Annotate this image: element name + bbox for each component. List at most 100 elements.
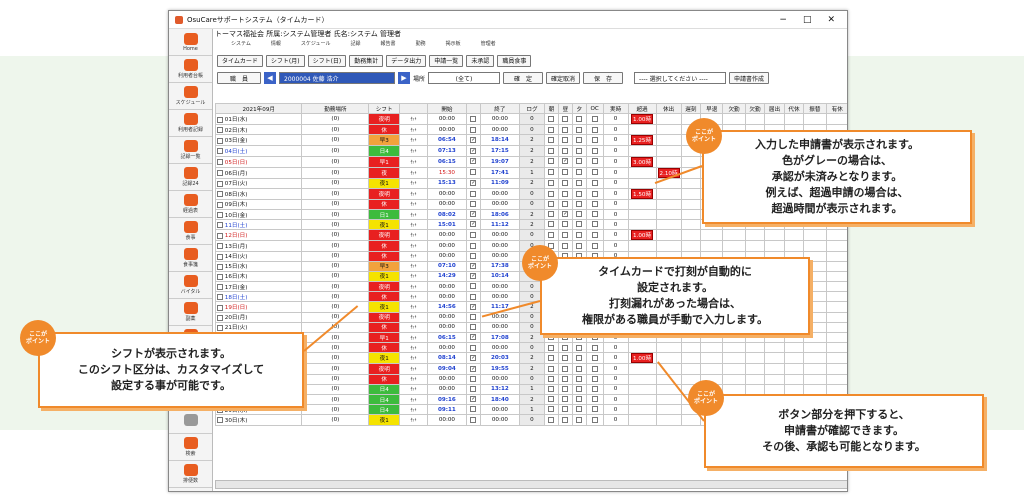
application-cell[interactable]: [744, 342, 766, 354]
start-time[interactable]: 15:01: [426, 219, 467, 231]
checkbox[interactable]: [562, 365, 569, 372]
holiday-cell[interactable]: [655, 342, 682, 354]
meal-checkbox-cell[interactable]: [585, 352, 604, 365]
application-cell[interactable]: [700, 363, 724, 375]
shift-cell[interactable]: 夜明: [368, 281, 401, 293]
sidebar-button[interactable]: 利用者記録: [169, 110, 212, 137]
shift-cell[interactable]: 早3: [368, 260, 401, 272]
application-cell[interactable]: [764, 383, 785, 395]
confirm-button[interactable]: 確 定: [503, 72, 544, 84]
shift-set-button[interactable]: ｾｯﾄ: [399, 229, 428, 242]
shift-set-button[interactable]: ｾｯﾄ: [399, 383, 428, 395]
checkbox[interactable]: [562, 158, 569, 165]
log-button[interactable]: 2: [518, 177, 546, 189]
start-time[interactable]: 14:29: [426, 270, 467, 283]
row-checkbox-cell[interactable]: 16日(木): [214, 270, 303, 283]
log-button[interactable]: 0: [518, 187, 546, 200]
log-button[interactable]: 0: [518, 113, 546, 126]
checkbox[interactable]: [562, 355, 569, 362]
log-button[interactable]: 2: [518, 352, 546, 365]
checkbox[interactable]: [576, 386, 583, 393]
checkbox[interactable]: [591, 406, 598, 413]
holiday-cell[interactable]: [655, 393, 682, 406]
sidebar-button[interactable]: [169, 407, 212, 434]
checkbox[interactable]: [562, 169, 569, 176]
check-cell[interactable]: [465, 250, 481, 262]
shift-set-button[interactable]: ｾｯﾄ: [399, 352, 428, 365]
start-time[interactable]: 00:00: [426, 187, 467, 200]
shift-set-button[interactable]: ｾｯﾄ: [399, 198, 428, 210]
sidebar-button[interactable]: 排便数: [169, 461, 212, 488]
overtime-cell[interactable]: [627, 363, 657, 375]
meal-checkbox-cell[interactable]: [585, 373, 604, 385]
checkbox[interactable]: [470, 273, 477, 280]
meal-checkbox-cell[interactable]: [557, 240, 573, 252]
application-cell[interactable]: [744, 240, 766, 252]
shift-cell[interactable]: 早3: [368, 134, 401, 147]
checkbox[interactable]: [591, 137, 598, 144]
application-cell[interactable]: [744, 363, 766, 375]
start-time[interactable]: 00:00: [426, 281, 467, 293]
application-cell[interactable]: [803, 383, 827, 395]
shift-set-button[interactable]: ｾｯﾄ: [399, 113, 428, 126]
meal-checkbox-cell[interactable]: [544, 166, 559, 179]
toolbar-button[interactable]: 申請一覧: [429, 54, 464, 67]
checkbox[interactable]: [591, 232, 598, 239]
application-cell[interactable]: [825, 352, 847, 365]
log-button[interactable]: 0: [518, 198, 546, 210]
end-time[interactable]: 00:00: [479, 291, 520, 303]
checkbox[interactable]: [562, 115, 569, 122]
log-button[interactable]: 0: [518, 373, 546, 385]
row-checkbox[interactable]: [217, 170, 223, 177]
log-button[interactable]: 2: [518, 208, 546, 221]
meal-checkbox-cell[interactable]: [585, 383, 604, 395]
checkbox[interactable]: [562, 221, 569, 228]
check-cell[interactable]: [465, 414, 481, 426]
checkbox[interactable]: [470, 147, 477, 154]
shift-set-button[interactable]: ｾｯﾄ: [399, 155, 428, 168]
start-time[interactable]: 00:00: [426, 383, 467, 395]
check-cell[interactable]: [465, 124, 481, 136]
meal-checkbox-cell[interactable]: [557, 352, 573, 365]
holiday-cell[interactable]: [655, 198, 682, 210]
meal-checkbox-cell[interactable]: [571, 352, 587, 365]
row-checkbox-cell[interactable]: 18日(土): [214, 291, 303, 303]
start-time[interactable]: 00:00: [426, 311, 467, 323]
checkbox[interactable]: [576, 169, 583, 176]
menu-item[interactable]: スケジュール: [301, 40, 331, 51]
row-checkbox[interactable]: [217, 116, 223, 123]
start-time[interactable]: 15:30: [426, 166, 467, 179]
create-application-button[interactable]: 申請書作成: [729, 72, 770, 84]
log-button[interactable]: 0: [518, 229, 546, 242]
checkbox[interactable]: [576, 158, 583, 165]
check-cell[interactable]: [465, 352, 481, 365]
shift-set-button[interactable]: ｾｯﾄ: [399, 363, 428, 375]
application-cell[interactable]: [700, 352, 724, 365]
end-time[interactable]: 00:00: [479, 187, 520, 200]
shift-set-button[interactable]: ｾｯﾄ: [399, 166, 428, 179]
row-checkbox-cell[interactable]: 05日(日): [214, 155, 303, 168]
shift-set-button[interactable]: ｾｯﾄ: [399, 187, 428, 200]
application-cell[interactable]: [803, 373, 827, 385]
meal-checkbox-cell[interactable]: [585, 134, 604, 147]
confirm-cancel-button[interactable]: 確定取消: [546, 72, 581, 84]
check-cell[interactable]: [465, 363, 481, 375]
checkbox[interactable]: [470, 242, 477, 249]
check-cell[interactable]: [465, 331, 481, 344]
meal-checkbox-cell[interactable]: [571, 404, 587, 416]
meal-checkbox-cell[interactable]: [544, 393, 559, 406]
row-checkbox[interactable]: [217, 159, 223, 166]
meal-checkbox-cell[interactable]: [557, 404, 573, 416]
application-cell[interactable]: [825, 260, 847, 272]
application-cell[interactable]: [825, 311, 847, 323]
checkbox[interactable]: [470, 126, 477, 133]
log-button[interactable]: 2: [518, 219, 546, 231]
log-button[interactable]: 2: [518, 145, 546, 157]
application-cell[interactable]: [764, 229, 785, 242]
row-checkbox[interactable]: [217, 180, 223, 187]
meal-checkbox-cell[interactable]: [557, 187, 573, 200]
row-checkbox[interactable]: [217, 212, 223, 219]
application-cell[interactable]: [744, 113, 766, 126]
meal-checkbox-cell[interactable]: [544, 198, 559, 210]
holiday-cell[interactable]: [655, 187, 682, 200]
